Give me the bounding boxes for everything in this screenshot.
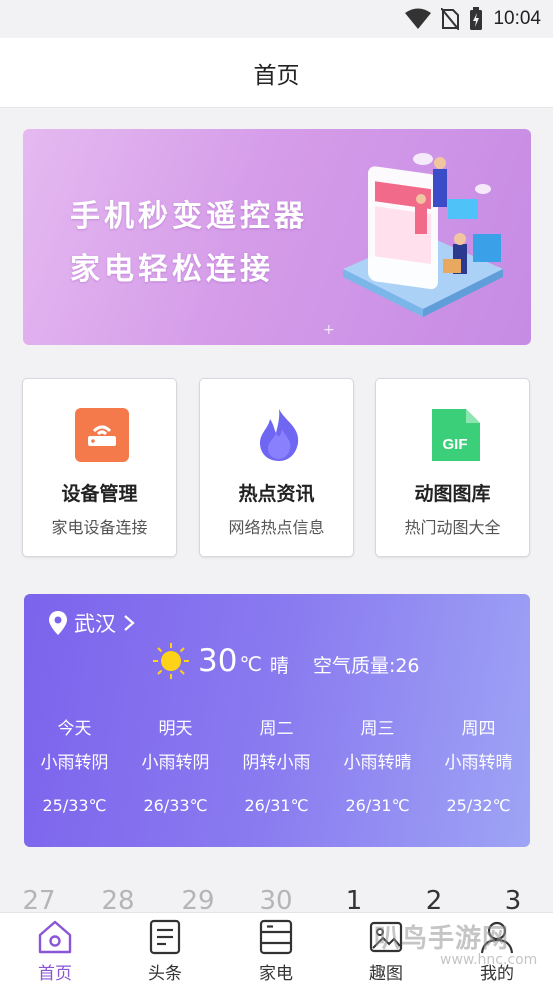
- forecast-condition: 小雨转晴: [343, 753, 412, 773]
- card-hot-news[interactable]: 热点资讯 网络热点信息: [199, 378, 354, 557]
- feature-cards: 设备管理 家电设备连接 热点资讯 网络热点信息 GIF 动图图库 热门动图大全: [22, 378, 531, 557]
- site-watermark: 叭鸟手游网: [374, 924, 510, 954]
- forecast-list: 今天 小雨转阴 25/33℃ 明天 小雨转阴 26/33℃ 周二 阴转小雨 26…: [24, 714, 530, 824]
- nav-label: 趣图: [369, 964, 403, 983]
- page-title: 首页: [253, 62, 300, 89]
- weather-card[interactable]: 武汉 30 ℃ 晴 空气质量:26 今天 小雨转阴 25/33℃ 明天 小雨转阴: [24, 594, 530, 847]
- nav-label: 头条: [148, 964, 182, 983]
- status-time: 10:04: [493, 8, 541, 29]
- forecast-temp-range: 26/31℃: [244, 796, 309, 815]
- forecast-temp-range: 25/33℃: [42, 796, 107, 815]
- forecast-condition: 小雨转晴: [444, 753, 513, 773]
- nav-appliances[interactable]: 家电: [241, 918, 311, 983]
- location-pin-icon: [49, 611, 67, 635]
- forecast-day: 明天 小雨转阴 26/33℃: [125, 714, 226, 815]
- temperature-unit: ℃: [239, 652, 262, 676]
- site-watermark-url: www.hnc.com: [440, 952, 538, 968]
- home-icon: [38, 920, 72, 954]
- current-weather: 30 ℃ 晴 空气质量:26: [152, 642, 420, 680]
- phone-shopping-illustration: +: [323, 153, 503, 338]
- card-device-management[interactable]: 设备管理 家电设备连接: [22, 378, 177, 557]
- battery-charging-icon: [470, 7, 483, 30]
- banner-headline: 手机秒变遥控器: [70, 199, 308, 234]
- chevron-right-icon: [124, 615, 135, 631]
- news-icon: [149, 919, 181, 955]
- forecast-temp-range: 25/32℃: [446, 796, 511, 815]
- nav-label: 首页: [38, 964, 72, 983]
- weather-location[interactable]: 武汉: [48, 608, 136, 638]
- forecast-day-label: 今天: [57, 719, 92, 739]
- nav-headlines[interactable]: 头条: [130, 918, 200, 983]
- gif-icon-text: GIF: [443, 436, 468, 453]
- gif-file-icon: GIF: [432, 409, 480, 461]
- title-bar: 首页: [0, 38, 553, 108]
- nav-home[interactable]: 首页: [20, 918, 90, 983]
- card-subtitle: 网络热点信息: [228, 518, 325, 537]
- forecast-day: 周四 小雨转晴 25/32℃: [428, 714, 529, 815]
- forecast-day-label: 明天: [158, 719, 193, 739]
- banner-subheadline: 家电轻松连接: [70, 252, 274, 287]
- forecast-day-label: 周二: [259, 719, 294, 739]
- forecast-day: 今天 小雨转阴 25/33℃: [24, 714, 125, 815]
- sun-icon: [153, 643, 189, 679]
- card-subtitle: 家电设备连接: [51, 518, 148, 537]
- no-sim-icon: [441, 8, 460, 30]
- calendar-strip: 27 28 29 30 1 2 3: [0, 868, 553, 918]
- forecast-day-label: 周三: [360, 719, 395, 739]
- card-title: 设备管理: [61, 483, 138, 505]
- forecast-condition: 小雨转阴: [40, 753, 109, 773]
- forecast-temp-range: 26/33℃: [143, 796, 208, 815]
- forecast-condition: 小雨转阴: [141, 753, 210, 773]
- forecast-condition: 阴转小雨: [242, 753, 311, 773]
- forecast-day: 周二 阴转小雨 26/31℃: [226, 714, 327, 815]
- card-subtitle: 热门动图大全: [404, 518, 501, 537]
- card-title: 动图图库: [414, 483, 491, 505]
- wifi-icon: [405, 8, 432, 29]
- air-quality: 空气质量:26: [312, 654, 420, 677]
- forecast-day-label: 周四: [461, 719, 496, 739]
- current-condition: 晴: [269, 654, 289, 677]
- status-icons: 10:04: [405, 5, 541, 33]
- nav-label: 家电: [259, 964, 293, 983]
- card-gif-gallery[interactable]: GIF 动图图库 热门动图大全: [375, 378, 530, 557]
- weather-city: 武汉: [74, 612, 116, 636]
- appliance-icon: [259, 919, 293, 955]
- router-icon: [75, 408, 129, 462]
- status-bar: 10:04: [0, 0, 553, 38]
- forecast-temp-range: 26/31℃: [345, 796, 410, 815]
- current-temperature: 30: [198, 643, 238, 679]
- flame-icon: [260, 409, 299, 461]
- forecast-day: 周三 小雨转晴 26/31℃: [327, 714, 428, 815]
- svg-text:+: +: [323, 322, 335, 338]
- promo-banner[interactable]: 手机秒变遥控器 家电轻松连接 +: [23, 129, 531, 345]
- card-title: 热点资讯: [238, 483, 315, 505]
